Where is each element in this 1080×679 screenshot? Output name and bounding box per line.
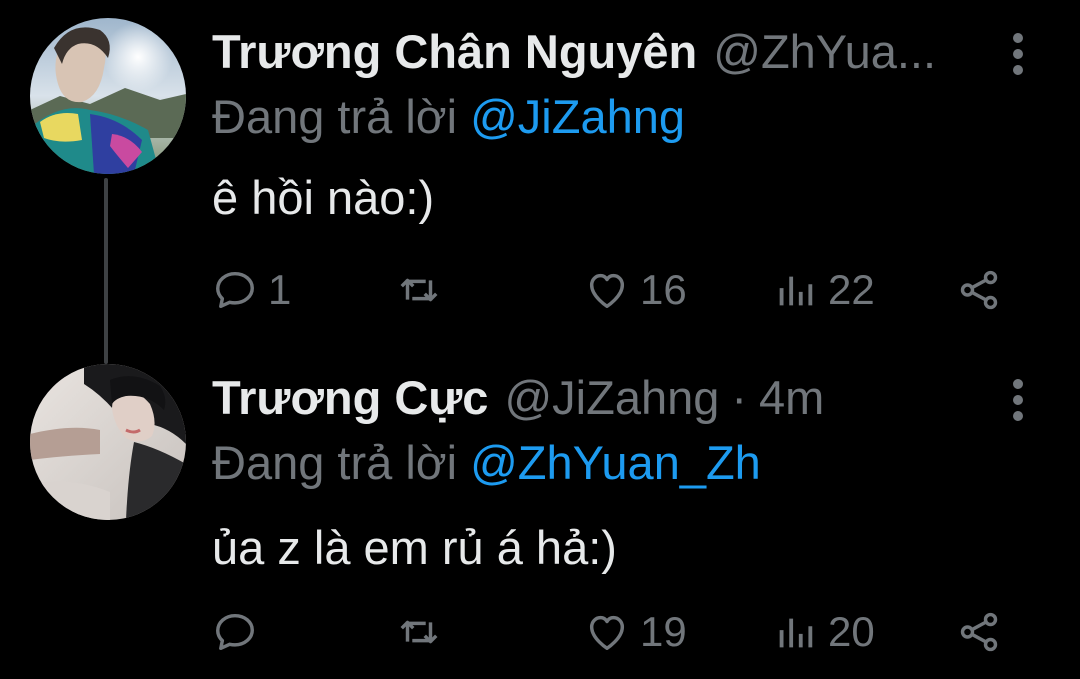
display-name[interactable]: Trương Cực — [212, 368, 488, 428]
share-button[interactable] — [956, 262, 1002, 318]
view-count: 20 — [828, 608, 875, 655]
share-icon — [960, 270, 998, 310]
retweet-button[interactable] — [396, 262, 452, 318]
retweet-icon — [400, 620, 438, 644]
user-handle[interactable]: @JiZahng — [504, 368, 719, 428]
like-count: 16 — [640, 266, 687, 313]
share-icon — [960, 612, 998, 652]
retweet-icon — [400, 278, 438, 302]
views-button[interactable]: 22 — [772, 262, 875, 318]
avatar-image — [30, 364, 186, 520]
user-handle[interactable]: @ZhYua... — [713, 22, 936, 82]
replying-to-mention[interactable]: @JiZahng — [470, 90, 685, 143]
reply-count: 1 — [268, 266, 292, 313]
tweet-2[interactable]: Trương Cực @JiZahng · 4m Đang trả lời @Z… — [0, 340, 1080, 679]
view-count: 22 — [828, 266, 875, 313]
tweet-header: Trương Chân Nguyên @ZhYua... — [212, 22, 990, 82]
replying-to-line: Đang trả lời @ZhYuan_Zh — [212, 434, 761, 492]
avatar[interactable] — [30, 18, 186, 174]
tweet-actions: 1 16 22 — [212, 262, 1012, 318]
like-icon — [589, 273, 625, 309]
separator-dot: · — [731, 371, 748, 424]
tweet-text: ủa z là em rủ á hả:) — [212, 521, 617, 574]
tweet-text: ê hồi nào:) — [212, 171, 435, 224]
tweet-timestamp[interactable]: 4m — [759, 368, 824, 428]
views-icon — [779, 276, 813, 306]
more-vertical-icon[interactable] — [1004, 376, 1032, 424]
reply-button[interactable] — [212, 604, 268, 660]
replying-to-mention[interactable]: @ZhYuan_Zh — [470, 436, 761, 489]
replying-to-line: Đang trả lời @JiZahng — [212, 88, 685, 146]
display-name[interactable]: Trương Chân Nguyên — [212, 22, 697, 82]
replying-prefix: Đang trả lời — [212, 90, 458, 143]
share-button[interactable] — [956, 604, 1002, 660]
more-vertical-icon[interactable] — [1004, 30, 1032, 78]
tweet-actions: 19 20 — [212, 604, 1012, 660]
avatar-image — [30, 18, 186, 174]
reply-icon — [216, 271, 254, 309]
reply-button[interactable]: 1 — [212, 262, 291, 318]
avatar[interactable] — [30, 364, 186, 520]
reply-icon — [216, 613, 254, 651]
tweet-1[interactable]: Trương Chân Nguyên @ZhYua... Đang trả lờ… — [0, 0, 1080, 340]
like-count: 19 — [640, 608, 687, 655]
like-icon — [589, 615, 625, 651]
like-button[interactable]: 16 — [584, 262, 687, 318]
views-icon — [779, 618, 813, 648]
retweet-button[interactable] — [396, 604, 452, 660]
like-button[interactable]: 19 — [584, 604, 687, 660]
tweet-header: Trương Cực @JiZahng · 4m — [212, 368, 990, 428]
views-button[interactable]: 20 — [772, 604, 875, 660]
replying-prefix: Đang trả lời — [212, 436, 458, 489]
